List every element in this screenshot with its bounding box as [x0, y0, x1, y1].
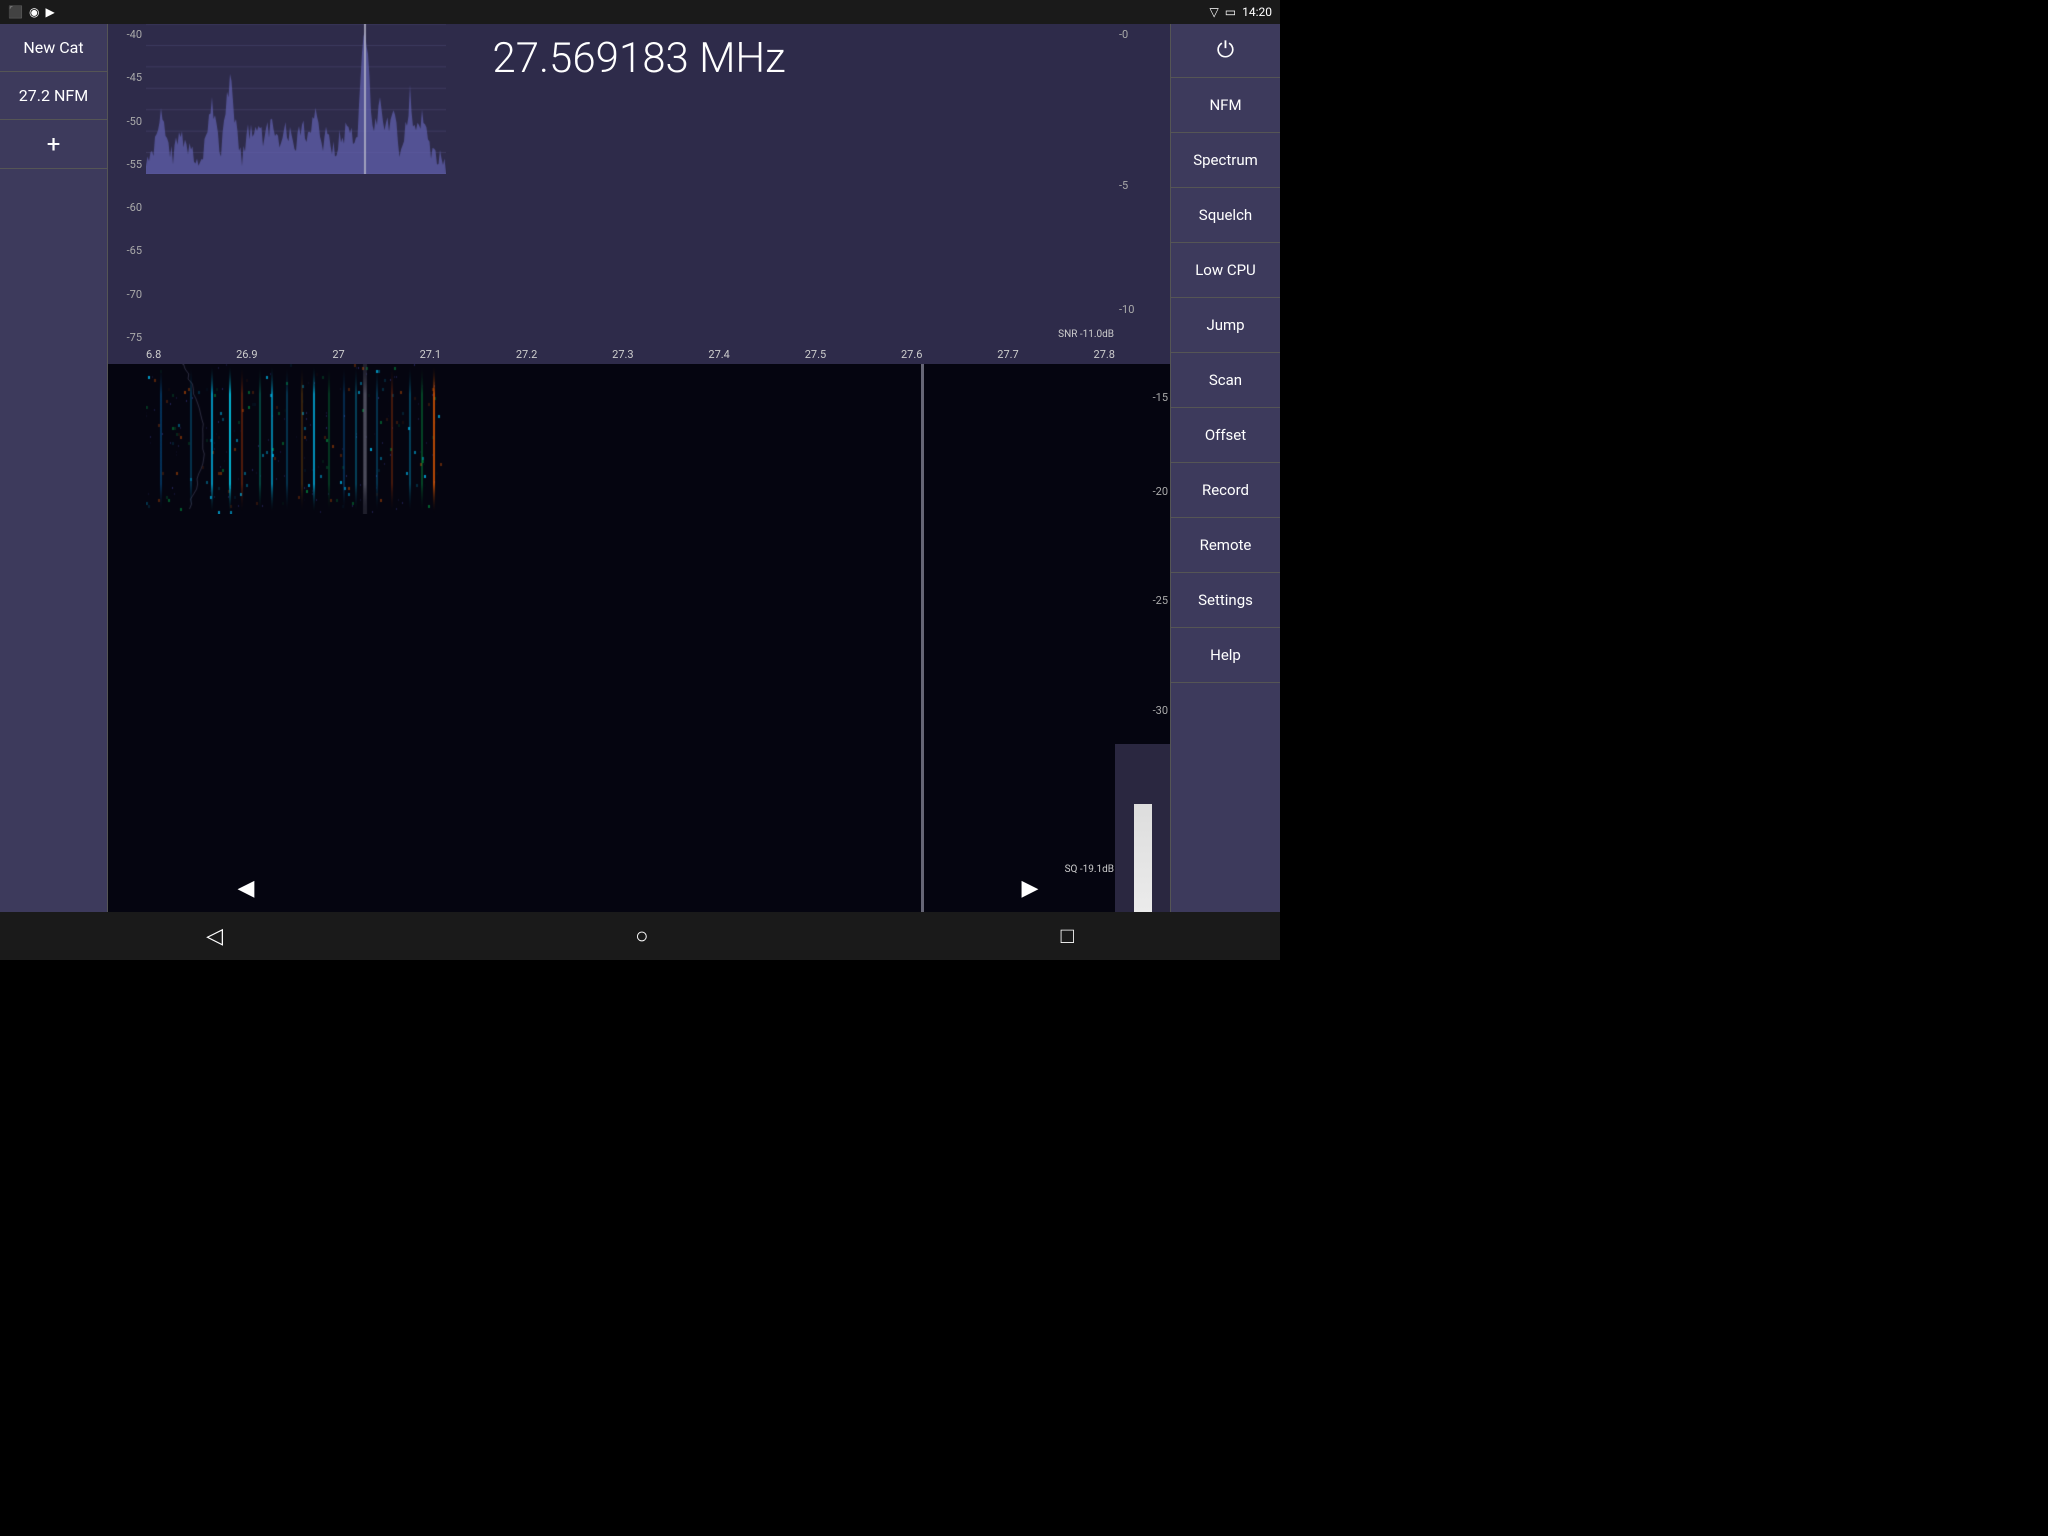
- waterfall-area[interactable]: SQ -19.1dB -15 -20 -25 -30 -35: [108, 364, 1170, 912]
- bottom-nav: ◁ ○ □: [0, 912, 1280, 960]
- y-label-right-10: -10: [1115, 303, 1170, 316]
- x-label-271: 27.1: [420, 348, 441, 361]
- add-button[interactable]: +: [0, 120, 107, 169]
- y-label-40: -40: [108, 28, 146, 41]
- x-label-269: 26.9: [236, 348, 257, 361]
- spectrum-area[interactable]: -40 -45 -50 -55 -60 -65 -70 -75 -0 -5: [108, 24, 1170, 364]
- sq-label: SQ -19.1dB: [1065, 864, 1114, 875]
- scan-button[interactable]: Scan: [1171, 353, 1280, 408]
- x-label-278: 27.8: [1094, 348, 1115, 361]
- recent-button[interactable]: □: [1041, 915, 1094, 957]
- y-label-right-5: -5: [1115, 179, 1170, 192]
- y-label-55: -55: [108, 158, 146, 171]
- help-button[interactable]: Help: [1171, 628, 1280, 683]
- low-cpu-button[interactable]: Low CPU: [1171, 243, 1280, 298]
- signal-meter: [1115, 744, 1170, 912]
- wf-y-25: -25: [1153, 594, 1168, 607]
- settings-button[interactable]: Settings: [1171, 573, 1280, 628]
- clock: 14:20: [1242, 5, 1272, 19]
- squelch-button[interactable]: Squelch: [1171, 188, 1280, 243]
- x-label-275: 27.5: [805, 348, 826, 361]
- y-axis-left: -40 -45 -50 -55 -60 -65 -70 -75: [108, 24, 146, 364]
- status-bar: ⬛ ◉ ▶ ▽ ▭ 14:20: [0, 0, 1280, 24]
- wf-y-20: -20: [1153, 485, 1168, 498]
- spectrum-button[interactable]: Spectrum: [1171, 133, 1280, 188]
- x-label-272: 27.2: [516, 348, 537, 361]
- center-content: 27.569183 MHz -40 -45 -50 -55 -60 -65 -7…: [108, 24, 1170, 912]
- spectrum-canvas[interactable]: [146, 24, 446, 174]
- left-arrow-button[interactable]: ◀: [216, 864, 276, 912]
- right-arrow-button[interactable]: ▶: [1000, 864, 1060, 912]
- y-label-45: -45: [108, 71, 146, 84]
- right-sidebar: ⏻ NFM Spectrum Squelch Low CPU Jump Scan…: [1170, 24, 1280, 912]
- x-axis: 6.8 26.9 27 27.1 27.2 27.3 27.4 27.5 27.…: [146, 344, 1115, 364]
- x-label-270: 27: [332, 348, 344, 361]
- wf-y-15: -15: [1153, 391, 1168, 404]
- frequency-mode-button[interactable]: 27.2 NFM: [0, 72, 107, 120]
- x-label-268: 6.8: [146, 348, 161, 361]
- tuner-line: [921, 364, 924, 912]
- y-label-50: -50: [108, 115, 146, 128]
- status-right-info: ▽ ▭ 14:20: [1210, 5, 1272, 19]
- record-button[interactable]: Record: [1171, 463, 1280, 518]
- battery-icon: ▭: [1225, 5, 1236, 19]
- offset-button[interactable]: Offset: [1171, 408, 1280, 463]
- play-icon: ▶: [45, 5, 54, 19]
- y-label-70: -70: [108, 288, 146, 301]
- left-sidebar: New Cat 27.2 NFM +: [0, 24, 108, 912]
- wifi-signal-icon: ▽: [1210, 5, 1219, 19]
- x-label-273: 27.3: [612, 348, 633, 361]
- x-label-276: 27.6: [901, 348, 922, 361]
- y-label-65: -65: [108, 244, 146, 257]
- x-label-274: 27.4: [708, 348, 729, 361]
- signal-bar: [1134, 804, 1152, 912]
- category-button[interactable]: New Cat: [0, 24, 107, 72]
- jump-button[interactable]: Jump: [1171, 298, 1280, 353]
- power-button[interactable]: ⏻: [1171, 24, 1280, 78]
- wifi-icon: ◉: [29, 5, 39, 19]
- main-layout: New Cat 27.2 NFM + 27.569183 MHz -40 -45…: [0, 24, 1280, 912]
- y-label-75: -75: [108, 331, 146, 344]
- y-label-right-0: -0: [1115, 28, 1170, 41]
- y-label-60: -60: [108, 201, 146, 214]
- home-button[interactable]: ○: [615, 915, 668, 957]
- waterfall-canvas[interactable]: [146, 364, 446, 514]
- wf-y-30: -30: [1153, 704, 1168, 717]
- status-left-icons: ⬛ ◉ ▶: [8, 5, 55, 19]
- x-label-277: 27.7: [997, 348, 1018, 361]
- nfm-button[interactable]: NFM: [1171, 78, 1280, 133]
- back-button[interactable]: ◁: [186, 916, 243, 957]
- y-axis-right: -0 -5 -10: [1115, 24, 1170, 364]
- remote-button[interactable]: Remote: [1171, 518, 1280, 573]
- screen-record-icon: ⬛: [8, 5, 23, 19]
- snr-label: SNR -11.0dB: [1058, 329, 1114, 340]
